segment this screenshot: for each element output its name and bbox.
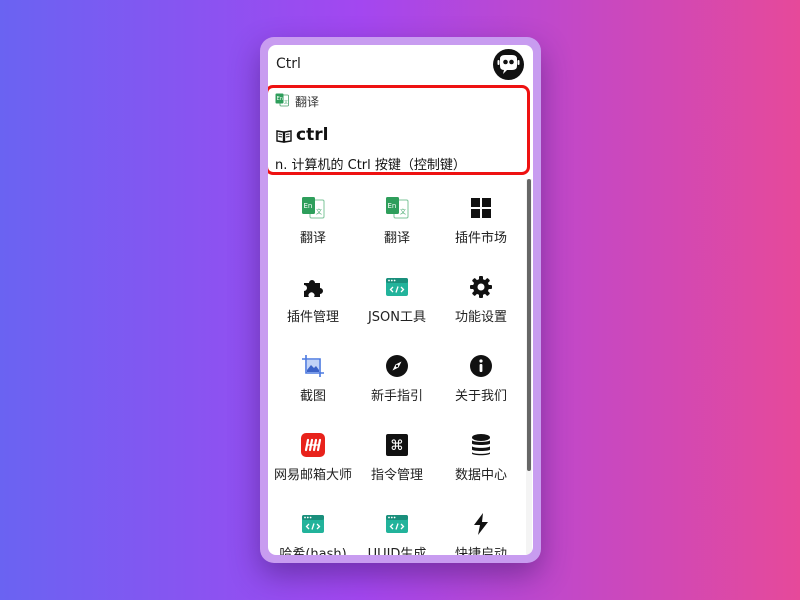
lightning-icon: [474, 513, 488, 535]
app-label: 翻译: [299, 231, 326, 246]
app-label: 指令管理: [370, 468, 423, 483]
app-label: 插件管理: [286, 310, 339, 325]
svg-text:⌘: ⌘: [390, 438, 404, 454]
svg-text:文: 文: [284, 99, 288, 105]
code-window-icon: [386, 515, 408, 533]
app-label: 哈希(hash): [279, 547, 347, 555]
app-label: 新手指引: [370, 389, 423, 404]
compass-icon: [386, 355, 408, 377]
svg-text:En: En: [277, 96, 283, 102]
result-word: ctrl: [296, 125, 329, 145]
result-definition: n. 计算机的 Ctrl 按键（控制键）: [275, 158, 466, 173]
app-label: UUID生成: [367, 547, 427, 555]
scrollbar[interactable]: [526, 179, 532, 555]
translate-icon: En 文: [386, 197, 409, 219]
app-label: 截图: [299, 389, 326, 404]
result-plugin-label: 翻译: [295, 95, 320, 109]
windows-grid-icon: [471, 198, 491, 218]
app-grid: En 文 翻译 En 文 翻译 插件市场 插件管理 JSON工具 功能设置 截图…: [268, 179, 526, 555]
app-label: 网易邮箱大师: [273, 468, 352, 483]
book-icon: [276, 130, 292, 143]
command-key-icon: ⌘: [386, 434, 408, 456]
app-label: 快捷启动: [454, 547, 507, 555]
gear-icon: [470, 276, 492, 298]
robot-avatar-icon[interactable]: [493, 49, 524, 80]
app-label: JSON工具: [367, 310, 427, 325]
translate-icon: En 文: [275, 93, 289, 107]
svg-text:En: En: [304, 202, 313, 210]
scrollbar-thumb[interactable]: [527, 179, 531, 471]
svg-text:文: 文: [400, 208, 406, 216]
screenshot-icon: [302, 355, 324, 377]
search-input[interactable]: [276, 53, 486, 75]
database-icon: [472, 434, 490, 456]
launcher-panel: En 文 翻译 ctrl n. 计算机的 Ctrl 按键（控制键） En 文: [268, 45, 533, 555]
svg-text:文: 文: [316, 208, 322, 216]
code-window-icon: [386, 278, 408, 296]
code-window-icon: [302, 515, 324, 533]
app-label: 翻译: [383, 231, 410, 246]
translation-result-card[interactable]: En 文 翻译 ctrl n. 计算机的 Ctrl 按键（控制键）: [268, 85, 530, 175]
netease-mail-icon: [301, 433, 325, 457]
app-label: 功能设置: [454, 310, 507, 325]
info-icon: [470, 355, 492, 377]
app-label: 关于我们: [454, 389, 507, 404]
translate-icon: En 文: [302, 197, 325, 219]
app-label: 数据中心: [454, 468, 507, 483]
svg-text:En: En: [388, 202, 397, 210]
search-bar: [268, 45, 533, 81]
puzzle-icon: [304, 280, 323, 297]
app-label: 插件市场: [454, 231, 507, 246]
